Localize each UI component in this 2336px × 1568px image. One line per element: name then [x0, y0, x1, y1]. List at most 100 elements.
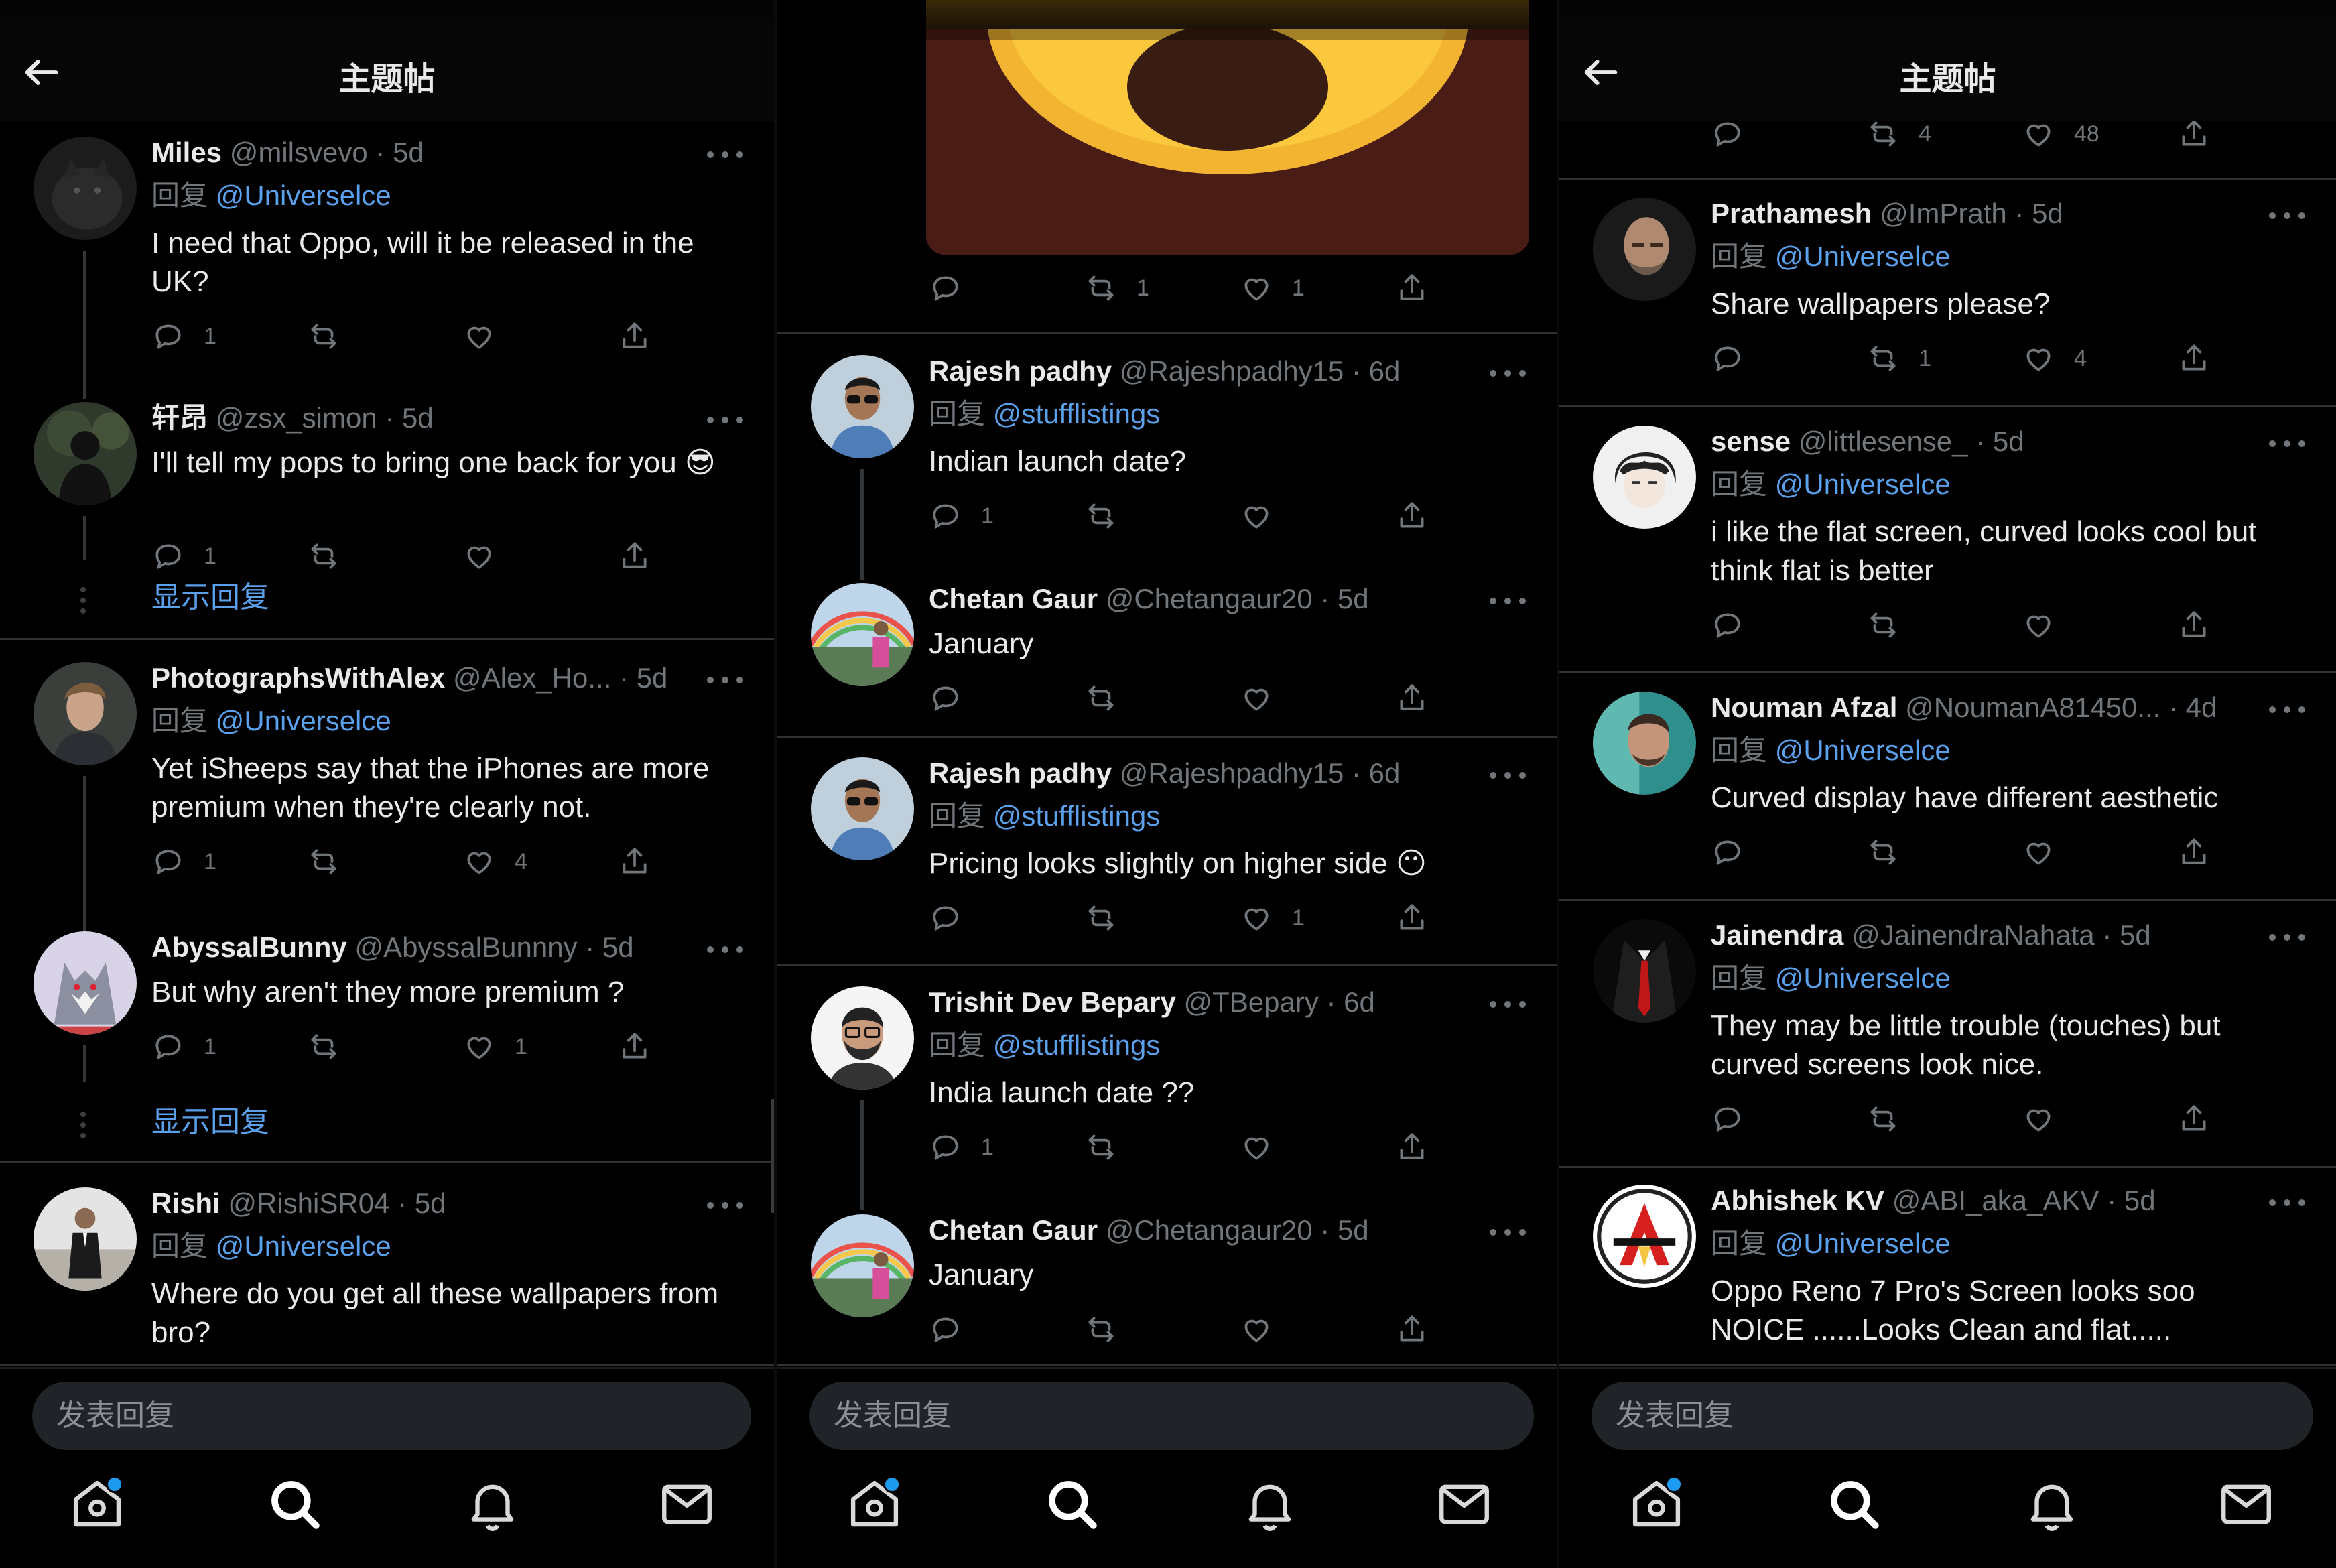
avatar[interactable]	[1593, 198, 1696, 301]
retweet-button[interactable]: 1	[1866, 338, 1931, 379]
bell-icon[interactable]	[2022, 1474, 2082, 1534]
bell-icon[interactable]	[1240, 1474, 1300, 1534]
avatar[interactable]	[34, 137, 137, 240]
reply-button[interactable]	[929, 678, 962, 718]
mention-link[interactable]: @Universelce	[216, 1230, 391, 1262]
share-button[interactable]	[618, 536, 651, 576]
search-icon[interactable]	[265, 1474, 325, 1534]
like-button[interactable]: 1	[1240, 898, 1305, 938]
share-button[interactable]	[1395, 268, 1429, 308]
share-button[interactable]	[1395, 678, 1429, 718]
like-button[interactable]	[1240, 1309, 1273, 1350]
search-icon[interactable]	[1824, 1474, 1884, 1534]
like-button[interactable]	[2022, 1099, 2055, 1139]
mention-link[interactable]: @Universelce	[216, 705, 391, 736]
more-options-icon[interactable]	[1490, 768, 1530, 781]
avatar[interactable]	[1593, 919, 1696, 1023]
home-icon[interactable]	[67, 1474, 127, 1534]
avatar[interactable]	[811, 355, 914, 458]
like-button[interactable]: 4	[2022, 338, 2087, 379]
retweet-button[interactable]	[307, 842, 340, 882]
more-options-icon[interactable]	[1490, 997, 1530, 1010]
reply-button[interactable]	[1711, 605, 1744, 645]
avatar[interactable]	[811, 986, 914, 1090]
display-name[interactable]: sense	[1711, 426, 1791, 457]
more-options-icon[interactable]	[2269, 1195, 2309, 1209]
reply-button[interactable]	[1711, 832, 1744, 872]
avatar[interactable]	[1593, 426, 1696, 529]
display-name[interactable]: Jainendra	[1711, 919, 1843, 951]
reply-button[interactable]: 1	[151, 536, 216, 576]
more-options-icon[interactable]	[2269, 930, 2309, 943]
show-replies-link[interactable]: 显示回复	[151, 578, 269, 618]
share-button[interactable]	[1395, 1309, 1429, 1350]
mail-icon[interactable]	[1434, 1474, 1494, 1534]
avatar[interactable]	[1593, 1185, 1696, 1288]
avatar[interactable]	[1593, 692, 1696, 795]
more-options-icon[interactable]	[707, 1198, 747, 1212]
reply-button[interactable]	[1711, 1099, 1744, 1139]
avatar[interactable]	[34, 402, 137, 505]
like-button[interactable]	[2022, 832, 2055, 872]
more-options-icon[interactable]	[1490, 366, 1530, 379]
home-icon[interactable]	[1626, 1474, 1687, 1534]
retweet-button[interactable]	[1866, 832, 1900, 872]
share-button[interactable]	[2177, 832, 2211, 872]
reply-composer[interactable]: 发表回复	[809, 1382, 1534, 1450]
retweet-button[interactable]	[307, 316, 340, 356]
mention-link[interactable]: @Universelce	[1775, 241, 1951, 272]
retweet-button[interactable]	[1866, 605, 1900, 645]
reply-button[interactable]: 1	[929, 1127, 994, 1167]
home-icon[interactable]	[844, 1474, 905, 1534]
reply-button[interactable]: 1	[151, 1027, 216, 1067]
mention-link[interactable]: @Universelce	[1775, 962, 1951, 994]
share-button[interactable]	[1395, 1127, 1429, 1167]
mention-link[interactable]: @Universelce	[1775, 734, 1951, 766]
avatar[interactable]	[811, 757, 914, 860]
like-button[interactable]: 4	[462, 842, 527, 882]
retweet-button[interactable]	[307, 536, 340, 576]
reply-button[interactable]	[929, 898, 962, 938]
mention-link[interactable]: @stufflistings	[993, 800, 1161, 832]
like-button[interactable]: 1	[462, 1027, 527, 1067]
mention-link[interactable]: @Universelce	[1775, 468, 1951, 500]
display-name[interactable]: Chetan Gaur	[929, 1214, 1098, 1246]
retweet-button[interactable]	[1084, 496, 1118, 536]
display-name[interactable]: Rishi	[151, 1187, 220, 1219]
share-button[interactable]	[618, 1027, 651, 1067]
share-button[interactable]	[2177, 338, 2211, 379]
retweet-button[interactable]	[1866, 1099, 1900, 1139]
like-button[interactable]	[462, 536, 496, 576]
retweet-button[interactable]	[1084, 1127, 1118, 1167]
reply-button[interactable]	[929, 268, 962, 308]
more-options-icon[interactable]	[1490, 1225, 1530, 1238]
more-options-icon[interactable]	[2269, 702, 2309, 716]
mention-link[interactable]: @stufflistings	[993, 398, 1161, 430]
show-replies-link[interactable]: 显示回复	[151, 1102, 269, 1142]
mail-icon[interactable]	[657, 1474, 717, 1534]
share-button[interactable]	[1395, 898, 1429, 938]
reply-button[interactable]	[1711, 338, 1744, 379]
display-name[interactable]: Miles	[151, 137, 222, 168]
display-name[interactable]: Prathamesh	[1711, 198, 1872, 229]
avatar[interactable]	[34, 662, 137, 765]
reply-composer[interactable]: 发表回复	[32, 1382, 751, 1450]
display-name[interactable]: Abhishek KV	[1711, 1185, 1884, 1216]
mention-link[interactable]: @Universelce	[216, 180, 391, 211]
retweet-button[interactable]	[307, 1027, 340, 1067]
display-name[interactable]: AbyssalBunny	[151, 931, 347, 963]
reply-button[interactable]: 1	[151, 316, 216, 356]
more-options-icon[interactable]	[1490, 594, 1530, 607]
avatar[interactable]	[34, 1187, 137, 1291]
more-options-icon[interactable]	[707, 942, 747, 956]
like-button[interactable]: 1	[1240, 268, 1305, 308]
reply-button[interactable]	[929, 1309, 962, 1350]
like-button[interactable]	[1240, 678, 1273, 718]
mention-link[interactable]: @Universelce	[1775, 1228, 1951, 1259]
avatar[interactable]	[811, 1214, 914, 1317]
display-name[interactable]: PhotographsWithAlex	[151, 662, 445, 694]
share-button[interactable]	[618, 842, 651, 882]
display-name[interactable]: Trishit Dev Bepary	[929, 986, 1176, 1018]
like-button[interactable]	[462, 316, 496, 356]
display-name[interactable]: Chetan Gaur	[929, 583, 1098, 614]
